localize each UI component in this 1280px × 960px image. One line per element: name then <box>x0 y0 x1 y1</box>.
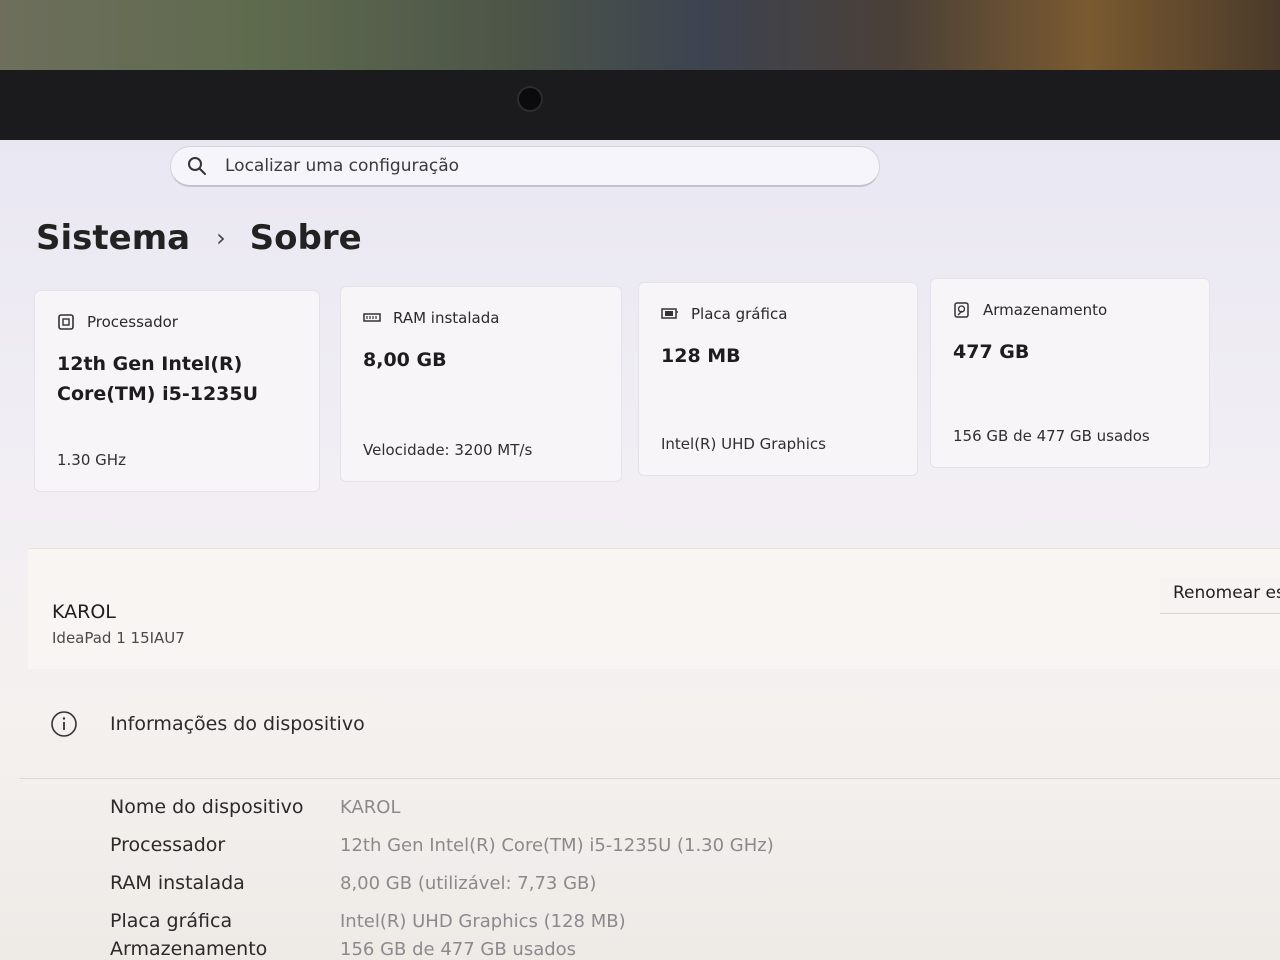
spec-row: Armazenamento 156 GB de 477 GB usados <box>110 938 576 960</box>
card-graphics: Placa gráfica 128 MB Intel(R) UHD Graphi… <box>638 282 918 476</box>
card-value: 8,00 GB <box>363 349 447 371</box>
search-box[interactable]: Localizar uma configuração <box>170 146 880 187</box>
spec-row: Nome do dispositivo KAROL <box>110 796 401 818</box>
card-ram: RAM instalada 8,00 GB Velocidade: 3200 M… <box>340 286 622 482</box>
search-input[interactable]: Localizar uma configuração <box>225 156 459 176</box>
laptop-bezel <box>0 0 1280 140</box>
spec-row: RAM instalada 8,00 GB (utilizável: 7,73 … <box>110 872 596 894</box>
rename-pc-button[interactable]: Renomear es <box>1160 578 1280 614</box>
storage-icon <box>954 302 969 318</box>
info-icon <box>51 711 77 737</box>
card-footer: 1.30 GHz <box>57 451 126 469</box>
breadcrumb-parent[interactable]: Sistema <box>36 218 190 258</box>
spec-row: Processador 12th Gen Intel(R) Core(TM) i… <box>110 834 774 856</box>
device-info-title: Informações do dispositivo <box>110 713 365 735</box>
breadcrumb: Sistema › Sobre <box>36 218 362 258</box>
device-name: KAROL <box>52 601 116 623</box>
webcam <box>517 86 543 112</box>
card-value: 12th Gen Intel(R) Core(TM) i5-1235U <box>57 353 259 405</box>
chevron-right-icon: › <box>216 224 226 252</box>
device-model: IdeaPad 1 15IAU7 <box>52 629 185 647</box>
card-value: 477 GB <box>953 341 1030 363</box>
spec-value: 12th Gen Intel(R) Core(TM) i5-1235U (1.3… <box>340 835 774 856</box>
spec-key: RAM instalada <box>110 872 245 894</box>
spec-value: KAROL <box>340 797 401 818</box>
page-title: Sobre <box>249 218 362 258</box>
card-value: 128 MB <box>661 345 741 367</box>
card-label: Armazenamento <box>983 301 1108 319</box>
card-processor: Processador 12th Gen Intel(R) Core(TM) i… <box>34 290 320 492</box>
background-scene <box>0 0 1280 78</box>
card-footer: 156 GB de 477 GB usados <box>953 427 1150 445</box>
card-label: Processador <box>87 313 178 331</box>
spec-value: 8,00 GB (utilizável: 7,73 GB) <box>340 873 597 894</box>
device-info-header[interactable]: Informações do dispositivo <box>50 710 365 738</box>
card-footer: Velocidade: 3200 MT/s <box>363 441 533 459</box>
bezel-edge <box>0 70 1280 140</box>
spec-key: Processador <box>110 834 226 856</box>
card-label: RAM instalada <box>393 309 500 327</box>
divider <box>20 778 1280 779</box>
search-icon <box>188 157 206 175</box>
card-label: Placa gráfica <box>691 305 788 323</box>
spec-key: Nome do dispositivo <box>110 796 304 818</box>
spec-value: 156 GB de 477 GB usados <box>340 939 577 960</box>
spec-row: Placa gráfica Intel(R) UHD Graphics (128… <box>110 910 626 932</box>
card-footer: Intel(R) UHD Graphics <box>661 435 826 453</box>
spec-value: Intel(R) UHD Graphics (128 MB) <box>340 911 626 932</box>
card-storage: Armazenamento 477 GB 156 GB de 477 GB us… <box>930 278 1210 468</box>
spec-key: Placa gráfica <box>110 910 233 932</box>
display-adapter-icon <box>661 308 678 319</box>
device-name-panel: KAROL IdeaPad 1 15IAU7 <box>28 548 1280 669</box>
spec-key: Armazenamento <box>110 938 268 960</box>
memory-icon <box>363 313 381 322</box>
processor-icon <box>58 314 74 330</box>
